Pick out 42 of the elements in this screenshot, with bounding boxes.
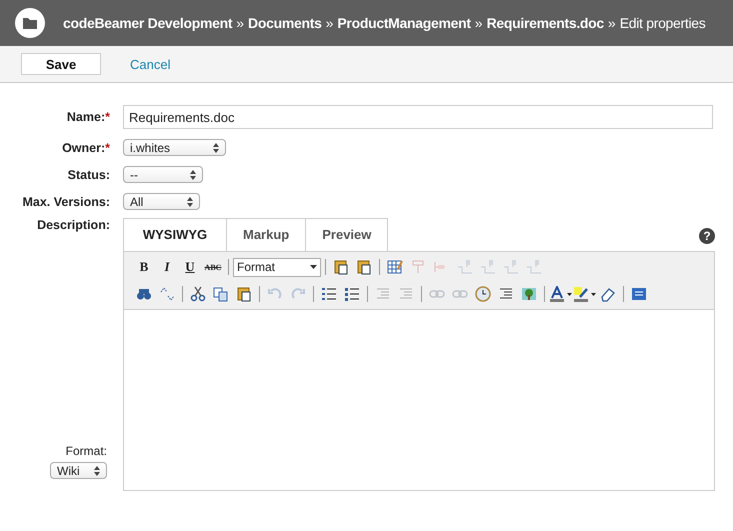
- editor-tab[interactable]: Preview: [306, 218, 388, 251]
- updown-arrows-icon: [190, 170, 196, 180]
- field-label: Description:: [37, 218, 110, 232]
- editor-tab[interactable]: WYSIWYG: [123, 218, 227, 251]
- required-mark: *: [105, 110, 110, 124]
- dropdown[interactable]: i.whites: [123, 139, 226, 156]
- updown-arrows-icon: [94, 466, 100, 476]
- editor-tab[interactable]: Markup: [227, 218, 306, 251]
- breadcrumb-link[interactable]: Requirements.doc: [486, 15, 604, 31]
- dropdown[interactable]: All: [123, 193, 200, 210]
- breadcrumb-separator: »: [474, 15, 483, 31]
- help-icon[interactable]: ?: [699, 228, 715, 244]
- caret-icon: [310, 265, 317, 269]
- caret-icon[interactable]: [591, 292, 596, 296]
- format-button[interactable]: U: [179, 256, 201, 278]
- field-label: Format:: [66, 444, 107, 458]
- updown-arrows-icon: [213, 142, 219, 152]
- breadcrumb-separator: »: [608, 15, 616, 31]
- save-button[interactable]: Save: [21, 53, 101, 75]
- cancel-link[interactable]: Cancel: [130, 56, 170, 72]
- folder-icon: [15, 8, 45, 38]
- format-dropdown[interactable]: Wiki: [50, 462, 107, 479]
- breadcrumb-separator: »: [236, 15, 244, 31]
- caret-icon[interactable]: [567, 292, 572, 296]
- format-button[interactable]: I: [156, 256, 178, 278]
- field-label: Owner:: [62, 140, 106, 154]
- dropdown[interactable]: --: [123, 166, 203, 183]
- name-field[interactable]: Requirements.doc: [123, 105, 713, 129]
- format-button[interactable]: ABC: [202, 256, 224, 278]
- breadcrumb-current: Edit properties: [620, 15, 706, 31]
- text-color-icon[interactable]: [549, 283, 572, 305]
- breadcrumb-link[interactable]: Documents: [248, 15, 322, 31]
- format-button[interactable]: B: [133, 256, 155, 278]
- breadcrumb-link[interactable]: codeBeamer Development: [63, 15, 232, 31]
- field-label: Status:: [68, 168, 110, 182]
- field-label: Name:: [66, 110, 106, 124]
- format-select[interactable]: Format: [233, 258, 321, 276]
- field-label: Max. Versions:: [22, 194, 110, 208]
- updown-arrows-icon: [187, 196, 193, 206]
- breadcrumb-link[interactable]: ProductManagement: [337, 15, 471, 31]
- required-mark: *: [105, 140, 110, 154]
- breadcrumb-separator: »: [326, 15, 334, 31]
